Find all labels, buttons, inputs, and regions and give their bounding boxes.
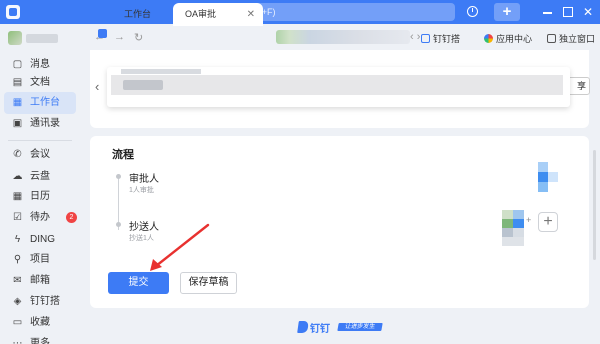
user-profile[interactable] bbox=[8, 31, 63, 47]
sidebar-item-label: 钉钉搭 bbox=[30, 296, 60, 307]
dingda-icon bbox=[421, 34, 430, 43]
sidebar-item-calendar[interactable]: ▦ 日历 bbox=[4, 186, 76, 208]
workbench-tab-icon bbox=[98, 29, 107, 38]
chat-icon: ▢ bbox=[12, 59, 23, 70]
scrollbar[interactable] bbox=[593, 150, 596, 260]
cc-avatar-blurred[interactable] bbox=[502, 210, 524, 246]
sidebar-item-workbench[interactable]: ▦ 工作台 bbox=[4, 92, 76, 114]
link-label: 应用中心 bbox=[496, 34, 533, 44]
slogan-text: 让进步发生 bbox=[337, 323, 383, 331]
approver-avatar-blurred[interactable] bbox=[538, 162, 558, 202]
tab-oa-approval[interactable]: OA审批 ✕ bbox=[173, 3, 263, 26]
sidebar-item-label: 收藏 bbox=[30, 317, 50, 328]
sidebar-item-todo[interactable]: ☑ 待办 2 bbox=[4, 207, 77, 229]
phone-icon: ✆ bbox=[13, 149, 22, 160]
tab-label: 工作台 bbox=[124, 9, 152, 19]
refresh-icon[interactable]: ↻ bbox=[134, 31, 143, 44]
maximize-icon[interactable] bbox=[560, 3, 576, 21]
back-arrow-icon[interactable]: ‹ bbox=[95, 79, 99, 94]
approver-sub: 1人审批 bbox=[129, 187, 154, 194]
forward-icon[interactable]: → bbox=[114, 31, 125, 43]
sidebar-item-meeting[interactable]: ✆ 会议 bbox=[4, 144, 76, 166]
sidebar-item-ding[interactable]: ϟ DING bbox=[4, 229, 76, 251]
calendar-icon: ▦ bbox=[12, 191, 23, 202]
new-button[interactable]: + bbox=[494, 3, 520, 21]
blurred-text bbox=[121, 69, 201, 74]
brand-text: 钉钉 bbox=[310, 324, 330, 335]
todo-icon: ☑ bbox=[13, 212, 22, 223]
dropdown-option[interactable] bbox=[111, 75, 563, 95]
flow-dot bbox=[116, 222, 121, 227]
ding-icon: ϟ bbox=[14, 234, 21, 245]
window-icon bbox=[547, 34, 556, 43]
more-icon: ⋯ bbox=[12, 338, 23, 344]
sidebar-item-dingda[interactable]: ◈ 钉钉搭 bbox=[4, 291, 76, 313]
todo-count-badge: 2 bbox=[66, 212, 77, 223]
avatar bbox=[8, 31, 22, 45]
sidebar-item-label: 日历 bbox=[30, 191, 50, 202]
sidebar-item-label: DING bbox=[30, 234, 55, 245]
minimize-icon[interactable] bbox=[540, 3, 556, 21]
sidebar-item-docs[interactable]: ▤ 文档 bbox=[4, 72, 76, 94]
mail-icon: ✉ bbox=[13, 275, 22, 286]
contacts-icon: ▣ bbox=[12, 118, 23, 129]
sidebar-item-cloud[interactable]: ☁ 云盘 bbox=[4, 166, 76, 188]
sidebar-item-contacts[interactable]: ▣ 通讯录 bbox=[4, 113, 76, 135]
share-label: 享 bbox=[576, 81, 586, 91]
history-icon[interactable] bbox=[463, 3, 481, 21]
tab-workbench[interactable]: 工作台 bbox=[94, 3, 172, 26]
sidebar-item-label: 邮箱 bbox=[30, 275, 50, 286]
sidebar-item-label: 更多 bbox=[30, 338, 50, 344]
red-annotation-arrow bbox=[150, 223, 210, 271]
sidebar-item-favorites[interactable]: ▭ 收藏 bbox=[4, 312, 76, 334]
app-center-icon bbox=[484, 34, 493, 43]
sidebar-item-label: 待办 bbox=[30, 212, 50, 223]
section-title: 流程 bbox=[112, 149, 134, 161]
title-bar: 搜索 (Ctrl+Shift+F) + ✕ bbox=[0, 0, 600, 24]
link-label: 独立窗口 bbox=[559, 34, 596, 44]
sidebar-item-label: 项目 bbox=[30, 254, 50, 265]
close-icon[interactable]: ✕ bbox=[580, 3, 596, 21]
sidebar-item-project[interactable]: ⚲ 项目 bbox=[4, 249, 76, 271]
standalone-window-link[interactable]: 独立窗口 bbox=[547, 32, 595, 45]
save-draft-button[interactable]: 保存草稿 bbox=[180, 272, 237, 294]
cloud-icon: ☁ bbox=[12, 171, 23, 182]
sidebar-item-label: 文档 bbox=[30, 77, 50, 88]
sidebar-item-label: 会议 bbox=[30, 149, 50, 160]
grid-icon: ▦ bbox=[12, 97, 23, 108]
flow-dot bbox=[116, 174, 121, 179]
tab-label: OA审批 bbox=[185, 9, 217, 19]
link-label: 钉钉搭 bbox=[433, 34, 461, 44]
submit-button[interactable]: 提交 bbox=[108, 272, 169, 294]
sidebar-item-label: 工作台 bbox=[30, 97, 60, 108]
build-icon: ◈ bbox=[13, 296, 22, 307]
blurred-address bbox=[276, 30, 410, 44]
blurred-option-text bbox=[123, 80, 163, 90]
project-icon: ⚲ bbox=[13, 254, 22, 265]
app-center-link[interactable]: 应用中心 bbox=[484, 32, 532, 45]
nav-arrows-icon[interactable]: ‹ › bbox=[410, 31, 420, 43]
add-cc-button[interactable]: + bbox=[538, 212, 558, 232]
tab-close-icon[interactable]: ✕ bbox=[247, 3, 255, 26]
sidebar-item-label: 云盘 bbox=[30, 171, 50, 182]
sidebar-item-mail[interactable]: ✉ 邮箱 bbox=[4, 270, 76, 292]
sidebar-item-more[interactable]: ⋯ 更多 bbox=[4, 333, 76, 344]
plus-separator: + bbox=[526, 215, 532, 225]
user-name-blurred bbox=[26, 34, 58, 43]
approver-title: 审批人 bbox=[129, 174, 159, 185]
document-icon: ▤ bbox=[12, 77, 23, 88]
app-logo-icon bbox=[6, 5, 20, 19]
dingda-link[interactable]: 钉钉搭 bbox=[421, 32, 460, 45]
sidebar-divider bbox=[8, 140, 72, 141]
sidebar-item-label: 通讯录 bbox=[30, 118, 60, 129]
dropdown-popup bbox=[107, 67, 570, 107]
favorite-icon: ▭ bbox=[12, 317, 23, 328]
